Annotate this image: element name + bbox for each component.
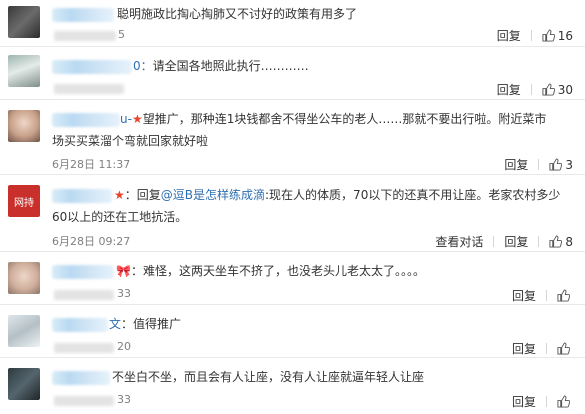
username[interactable] xyxy=(52,113,120,127)
reply-button[interactable]: 回复 xyxy=(512,287,536,304)
comment-item: 0：请全国各地照此执行………… 回复 30 xyxy=(0,47,585,100)
reply-button[interactable]: 回复 xyxy=(497,81,521,98)
comment-item: 文：值得推广 20 回复 xyxy=(0,305,585,358)
mention-link[interactable]: @逗B是怎样练成滴 xyxy=(161,188,265,202)
username-tail[interactable]: 文 xyxy=(109,317,121,331)
comment-actions: 查看对话 回复 8 xyxy=(435,233,573,250)
comment-content: 不坐白不坐，而且会有人让座，没有人让座就逼年轻人让座 xyxy=(112,370,425,384)
reply-prefix: ：回复 xyxy=(124,188,161,202)
username[interactable] xyxy=(52,318,108,332)
timestamp: 33 xyxy=(117,393,131,406)
avatar[interactable] xyxy=(8,368,40,400)
comment-text: 聪明施政比掏心掏肺又不讨好的政策有用多了 xyxy=(117,4,357,24)
comment-item: 不坐白不坐，而且会有人让座，没有人让座就逼年轻人让座 33 回复 xyxy=(0,358,585,414)
reply-button[interactable]: 回复 xyxy=(504,233,528,250)
comment-content: 请全国各地照此执行………… xyxy=(152,59,309,73)
thumb-up-icon xyxy=(557,289,570,302)
comment-item: u-★望推广，那种连1块钱都舍不得坐公车的老人……那就不要出行啦。附近菜市 场买… xyxy=(0,100,585,175)
like-button[interactable] xyxy=(557,342,573,355)
comment-text: 不坐白不坐，而且会有人让座，没有人让座就逼年轻人让座 xyxy=(112,367,424,387)
like-button[interactable]: 16 xyxy=(542,29,573,43)
avatar[interactable] xyxy=(8,315,40,347)
thumb-up-icon xyxy=(542,83,555,96)
comment-text: u-★望推广，那种连1块钱都舍不得坐公车的老人……那就不要出行啦。附近菜市 xyxy=(120,109,546,129)
like-count: 16 xyxy=(557,28,573,43)
comment-item: 聪明施政比掏心掏肺又不讨好的政策有用多了 5 回复 16 xyxy=(0,0,585,47)
comment-actions: 回复 xyxy=(512,393,573,410)
view-thread-button[interactable]: 查看对话 xyxy=(435,233,483,250)
vip-badge-icon: ★ xyxy=(114,188,125,202)
comment-content-continued: 场买买菜溜个弯就回家就好啦 xyxy=(52,134,209,148)
username[interactable] xyxy=(52,60,132,74)
like-count: 3 xyxy=(565,157,573,172)
vip-badge-icon: ★ xyxy=(131,112,143,126)
comment-text-line2: 场买买菜溜个弯就回家就好啦 xyxy=(52,131,208,151)
username-tail[interactable]: u- xyxy=(120,112,132,126)
avatar[interactable] xyxy=(8,55,40,87)
comment-content-continued: 60以上的还在工地抗活。 xyxy=(52,210,188,224)
thumb-up-icon xyxy=(557,395,570,408)
timestamp: 6月28日 09:27 xyxy=(52,235,131,248)
timestamp-blur xyxy=(54,343,114,353)
comment-content: ：难怪，这两天坐车不挤了，也没老头儿老太太了。。。。 xyxy=(130,264,425,278)
timestamp: 5 xyxy=(118,28,125,41)
comment-text-line2: 60以上的还在工地抗活。 xyxy=(52,207,187,227)
timestamp: 6月28日 11:37 xyxy=(52,158,131,171)
thumb-up-icon xyxy=(557,342,570,355)
thumb-up-icon xyxy=(549,158,563,171)
like-button[interactable] xyxy=(557,289,573,302)
comment-actions: 回复 16 xyxy=(497,27,573,44)
like-count: 8 xyxy=(565,234,573,249)
comment-actions: 回复 3 xyxy=(504,156,573,173)
timestamp-blur xyxy=(54,290,114,300)
username-tail[interactable]: 0： xyxy=(133,59,153,73)
timestamp-blur xyxy=(54,396,114,406)
thumb-up-icon xyxy=(542,29,555,42)
bow-badge-icon: 🎀 xyxy=(116,264,131,278)
comment-text: ★：回复@逗B是怎样练成滴:现在人的体质，70以下的还真不用让座。老家农村多少 xyxy=(114,185,560,205)
avatar[interactable] xyxy=(8,262,40,294)
comment-content: 望推广，那种连1块钱都舍不得坐公车的老人……那就不要出行啦。附近菜市 xyxy=(142,112,547,126)
reply-button[interactable]: 回复 xyxy=(504,156,528,173)
comment-content: :现在人的体质，70以下的还真不用让座。老家农村多少 xyxy=(265,188,561,202)
comment-actions: 回复 xyxy=(512,340,573,357)
username[interactable] xyxy=(52,189,112,203)
comment-content: ：值得推广 xyxy=(121,317,182,331)
timestamp-blur xyxy=(54,84,124,94)
reply-button[interactable]: 回复 xyxy=(497,27,521,44)
avatar[interactable] xyxy=(8,110,40,142)
username[interactable] xyxy=(52,265,114,279)
comment-actions: 回复 xyxy=(512,287,573,304)
avatar[interactable]: 网持 xyxy=(8,185,40,217)
avatar[interactable] xyxy=(8,6,40,38)
timestamp-blur xyxy=(54,31,116,41)
thumb-up-icon xyxy=(549,235,563,248)
reply-button[interactable]: 回复 xyxy=(512,393,536,410)
like-button[interactable]: 8 xyxy=(549,235,573,249)
timestamp: 33 xyxy=(117,287,131,300)
username[interactable] xyxy=(52,8,114,22)
timestamp: 20 xyxy=(117,340,131,353)
comment-text: 文：值得推广 xyxy=(109,314,181,334)
like-button[interactable]: 3 xyxy=(549,158,573,172)
reply-button[interactable]: 回复 xyxy=(512,340,536,357)
username[interactable] xyxy=(52,371,110,385)
like-button[interactable] xyxy=(557,395,573,408)
like-button[interactable]: 30 xyxy=(542,83,573,97)
comment-content: 聪明施政比掏心掏肺又不讨好的政策有用多了 xyxy=(117,7,358,21)
like-count: 30 xyxy=(557,82,573,97)
comment-text: 0：请全国各地照此执行………… xyxy=(133,56,309,76)
comment-text: 🎀：难怪，这两天坐车不挤了，也没老头儿老太太了。。。。 xyxy=(116,261,425,281)
comment-item: 网持 ★：回复@逗B是怎样练成滴:现在人的体质，70以下的还真不用让座。老家农村… xyxy=(0,175,585,252)
comment-actions: 回复 30 xyxy=(497,81,573,98)
comment-item: 🎀：难怪，这两天坐车不挤了，也没老头儿老太太了。。。。 33 回复 xyxy=(0,252,585,305)
comment-feed: 聪明施政比掏心掏肺又不讨好的政策有用多了 5 回复 16 0：请全国各地照此执行… xyxy=(0,0,585,414)
